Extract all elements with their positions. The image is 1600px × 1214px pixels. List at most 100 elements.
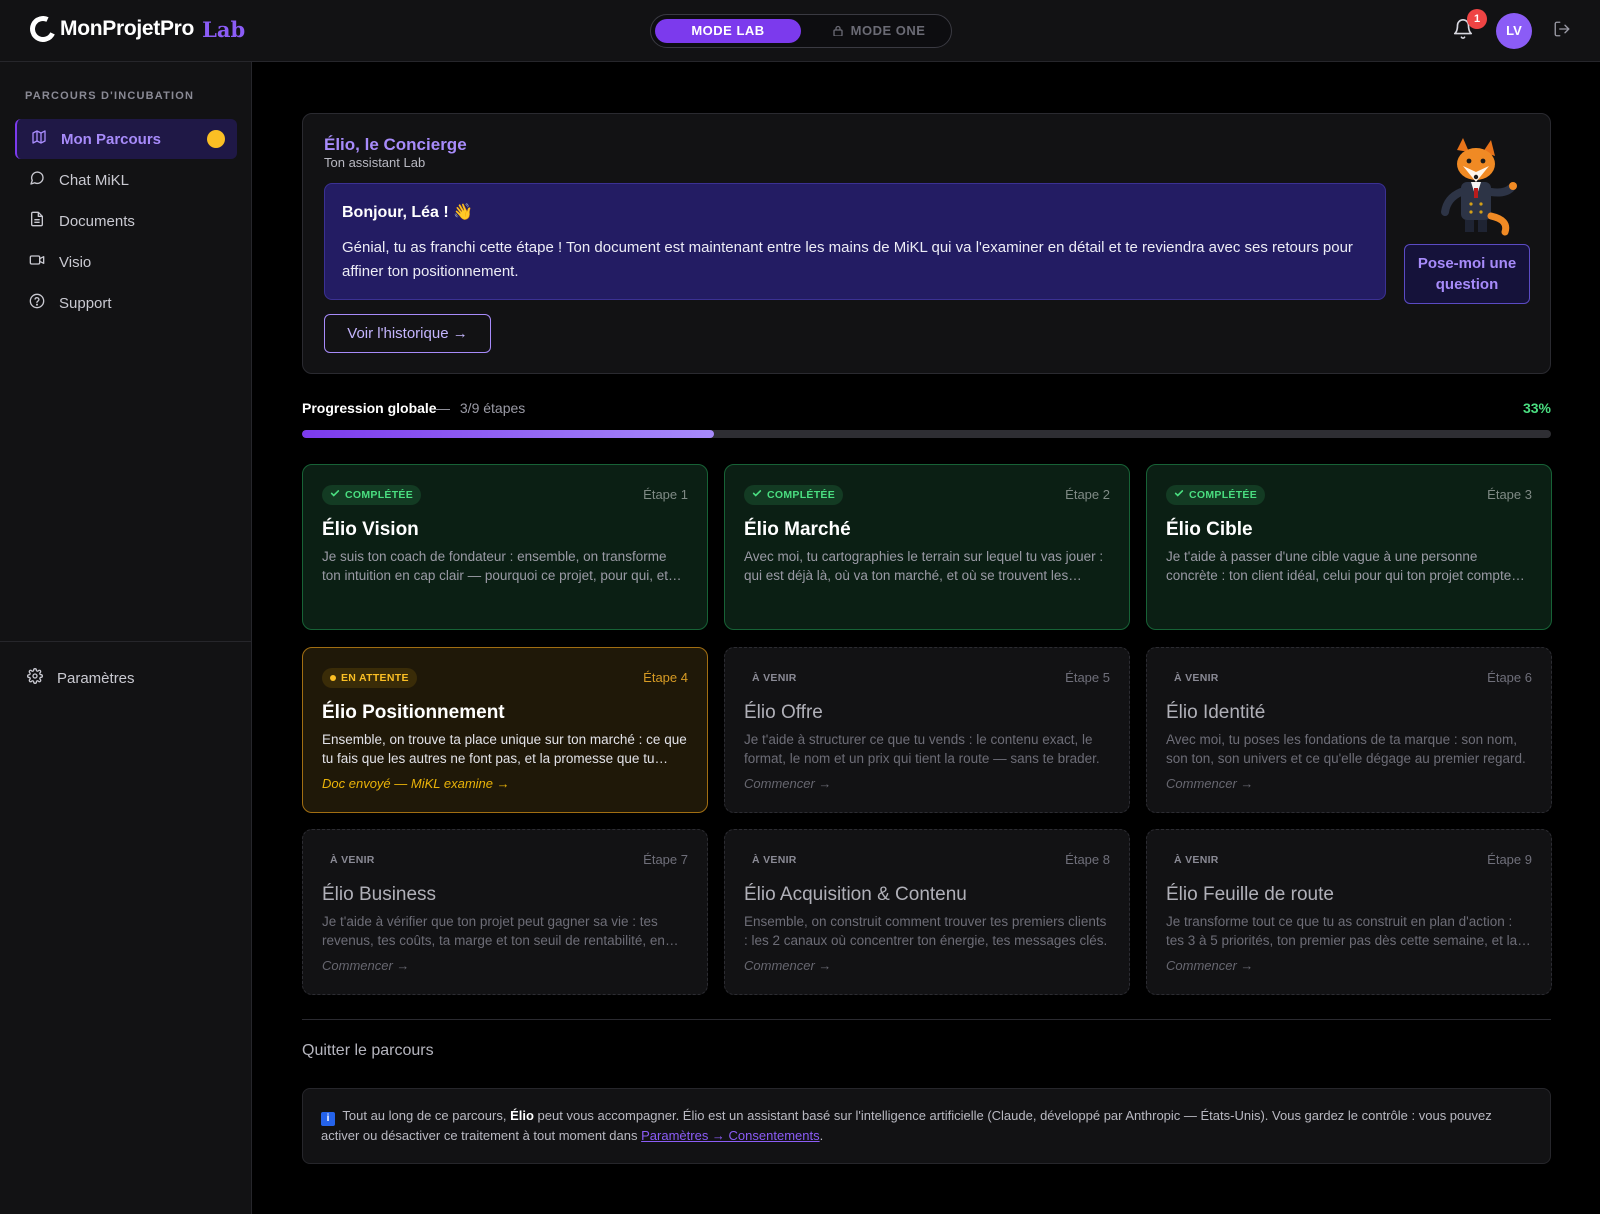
step-number: Étape 2 (1065, 487, 1110, 502)
step-action[interactable]: Commencer → (744, 776, 831, 791)
step-action[interactable]: Commencer → (1166, 776, 1253, 791)
sidebar-divider (0, 641, 252, 642)
step-number: Étape 4 (643, 670, 688, 685)
status-badge-label: COMPLÉTÉE (767, 489, 836, 501)
section-divider (302, 1019, 1551, 1020)
step-card[interactable]: À VENIR Étape 6 Élio Identité Avec moi, tu … (1146, 647, 1552, 813)
sidebar-item-documents[interactable]: Documents (15, 201, 237, 241)
sidebar-item-support[interactable]: Support (15, 283, 237, 323)
document-icon (29, 211, 45, 231)
progress-steps: — 3/9 étapes (436, 400, 525, 416)
sidebar-item-chat-mikl[interactable]: Chat MiKL (15, 160, 237, 200)
progress-steps-count: 3/9 étapes (459, 400, 526, 416)
brand-suffix: Lab (202, 16, 246, 42)
step-card[interactable]: COMPLÉTÉE Étape 1 Élio Vision Je suis ton c… (302, 464, 708, 630)
brand-logo[interactable]: MonProjetPro Lab (26, 12, 246, 46)
status-badge: EN ATTENTE (322, 668, 417, 688)
progress-label: Progression globale (302, 400, 437, 416)
step-card[interactable]: À VENIR Étape 9 Élio Feuille de route Je tr… (1146, 829, 1552, 995)
step-action[interactable]: Doc envoyé — MiKL examine → (322, 776, 510, 791)
mode-one-button[interactable]: MODE ONE (811, 19, 947, 43)
video-icon (29, 252, 45, 272)
status-badge-label: EN ATTENTE (341, 672, 409, 684)
step-number: Étape 1 (643, 487, 688, 502)
mode-one-label: MODE ONE (850, 23, 926, 38)
check-icon (752, 485, 762, 505)
map-icon (31, 129, 47, 149)
fox-mascot-icon (1425, 136, 1533, 236)
status-badge: COMPLÉTÉE (1166, 485, 1266, 505)
step-description: Ensemble, on trouve ta place unique sur … (322, 732, 687, 766)
status-badge-label: À VENIR (1174, 854, 1219, 866)
sidebar: PARCOURS D'INCUBATION Mon Parcours Chat … (0, 62, 252, 1214)
progress-bar-fill (302, 430, 715, 438)
help-icon (29, 293, 45, 313)
step-action[interactable]: Commencer → (744, 958, 831, 973)
mode-lab-button[interactable]: MODE LAB (655, 19, 801, 43)
top-bar: MonProjetPro Lab MODE LAB MODE ONE 1 LV (0, 0, 1600, 62)
step-card[interactable]: EN ATTENTE Étape 4 Élio Positionnement Ense… (302, 647, 708, 813)
info-text-end: . (819, 1128, 824, 1143)
sidebar-item-label: Visio (59, 253, 92, 271)
progress-separator: — (436, 400, 450, 416)
step-action[interactable]: Commencer → (322, 958, 409, 973)
status-badge: À VENIR (1166, 668, 1227, 688)
step-number: Étape 8 (1065, 852, 1110, 867)
status-dot (207, 130, 225, 148)
status-badge-label: COMPLÉTÉE (1189, 489, 1258, 501)
step-card[interactable]: À VENIR Étape 5 Élio Offre Je t'aide à stru… (724, 647, 1130, 813)
status-badge-label: À VENIR (752, 672, 797, 684)
brand-name: MonProjetPro (60, 17, 195, 40)
status-badge-label: À VENIR (1174, 672, 1219, 684)
concierge-message-bubble: Bonjour, Léa ! 👋 Génial, tu as franchi c… (324, 183, 1386, 300)
step-description: Je t'aide à passer d'une cible vague à u… (1166, 549, 1512, 583)
avatar[interactable]: LV (1496, 13, 1532, 49)
notification-badge: 1 (1467, 9, 1487, 29)
step-card[interactable]: COMPLÉTÉE Étape 2 Élio Marché Avec moi, tu … (724, 464, 1130, 630)
step-number: Étape 7 (643, 852, 688, 867)
sidebar-item-label: Mon Parcours (61, 130, 162, 148)
step-number: Étape 5 (1065, 670, 1110, 685)
concierge-name: Élio, le Concierge (324, 135, 467, 154)
ai-info-notice: i Tout au long de ce parcours, Élio peut… (302, 1088, 1551, 1164)
step-title: Élio Acquisition & Contenu (744, 884, 967, 905)
sidebar-item-visio[interactable]: Visio (15, 242, 237, 282)
step-action[interactable]: Commencer → (1166, 958, 1253, 973)
check-icon (1174, 485, 1184, 505)
status-badge: À VENIR (744, 668, 805, 688)
logout-icon[interactable] (1553, 20, 1573, 40)
step-card[interactable]: COMPLÉTÉE Étape 3 Élio Cible Je t'aide à pa… (1146, 464, 1552, 630)
step-description: Avec moi, tu cartographies le terrain su… (744, 549, 1104, 583)
status-badge-label: À VENIR (330, 854, 375, 866)
status-badge-label: COMPLÉTÉE (345, 489, 414, 501)
step-number: Étape 3 (1487, 487, 1532, 502)
step-title: Élio Positionnement (322, 702, 505, 723)
sidebar-item-mon-parcours[interactable]: Mon Parcours (15, 119, 237, 159)
quit-course-link[interactable]: Quitter le parcours (302, 1042, 434, 1060)
step-card[interactable]: À VENIR Étape 7 Élio Business Je t'aide à v… (302, 829, 708, 995)
history-button[interactable]: Voir l'historique → (324, 314, 491, 353)
step-title: Élio Business (322, 884, 437, 905)
status-badge: À VENIR (1166, 850, 1227, 870)
concierge-subtitle: Ton assistant Lab (324, 155, 426, 170)
pending-dot-icon (330, 675, 336, 681)
consent-settings-link[interactable]: Paramètres → Consentements (641, 1128, 819, 1143)
step-description: Je t'aide à structurer ce que tu vends :… (744, 732, 1100, 766)
status-badge: COMPLÉTÉE (744, 485, 844, 505)
progress-percent: 33% (1522, 400, 1551, 416)
step-number: Étape 9 (1487, 852, 1532, 867)
concierge-message: Génial, tu as franchi cette étape ! Ton … (342, 239, 1353, 280)
sidebar-item-parametres[interactable]: Paramètres (15, 658, 237, 698)
chat-icon (29, 170, 45, 190)
ask-question-button[interactable]: Pose-moi une question (1404, 244, 1530, 304)
step-card[interactable]: À VENIR Étape 8 Élio Acquisition & Contenu… (724, 829, 1130, 995)
sidebar-item-label: Chat MiKL (59, 171, 130, 189)
step-number: Étape 6 (1487, 670, 1532, 685)
step-description: Je t'aide à vérifier que ton projet peut… (322, 914, 665, 948)
sidebar-item-label: Paramètres (57, 669, 135, 687)
status-badge: À VENIR (744, 850, 805, 870)
status-badge: COMPLÉTÉE (322, 485, 422, 505)
mode-switch: MODE LAB MODE ONE (650, 14, 952, 48)
progress-bar (302, 430, 1551, 438)
status-badge-label: À VENIR (752, 854, 797, 866)
